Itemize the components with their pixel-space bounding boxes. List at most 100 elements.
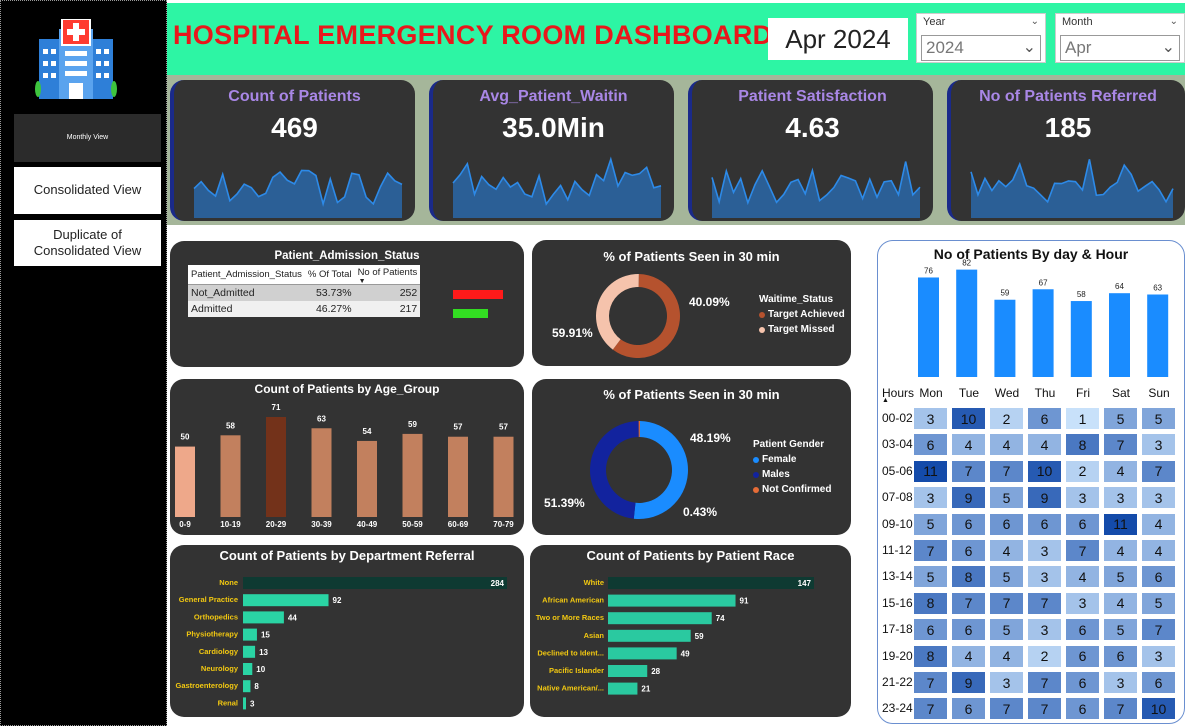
heatmap-cell[interactable]: 4 <box>1066 566 1099 588</box>
heatmap-cell[interactable]: 11 <box>1104 513 1137 535</box>
kpi-card-satisfaction[interactable]: Patient Satisfaction 4.63 <box>688 80 933 221</box>
month-slicer[interactable]: Month ⌄ Apr ⌄ <box>1055 13 1185 63</box>
heatmap-cell[interactable]: 3 <box>1142 645 1175 667</box>
heatmap-cell[interactable]: 4 <box>1104 540 1137 561</box>
day-column-label[interactable]: Fri <box>1065 386 1101 400</box>
heatmap-cell[interactable]: 6 <box>952 698 985 720</box>
heatmap-cell[interactable]: 5 <box>1104 619 1137 641</box>
heatmap-cell[interactable]: 6 <box>1066 619 1099 641</box>
heatmap-cell[interactable]: 3 <box>1028 540 1061 561</box>
day-column-label[interactable]: Sat <box>1103 386 1139 400</box>
heatmap-cell[interactable]: 8 <box>914 592 947 614</box>
heatmap-cell[interactable]: 5 <box>1142 592 1175 614</box>
duplicate-view-button[interactable]: Duplicate of Consolidated View <box>14 220 161 266</box>
heatmap-cell[interactable]: 7 <box>1142 460 1175 482</box>
kpi-card-avg-waiting[interactable]: Avg_Patient_Waitin 35.0Min <box>429 80 674 221</box>
dropdown-arrow-icon[interactable]: ⌄ <box>1162 36 1175 60</box>
legend-item[interactable]: Female <box>753 454 831 465</box>
heatmap-cell[interactable]: 7 <box>990 698 1023 720</box>
heatmap-cell[interactable]: 3 <box>990 672 1023 693</box>
heatmap-cell[interactable]: 7 <box>914 540 947 561</box>
day-column-label[interactable]: Tue <box>951 386 987 400</box>
heatmap-cell[interactable]: 6 <box>952 619 985 641</box>
kpi-card-referred[interactable]: No of Patients Referred 185 <box>947 80 1185 221</box>
heatmap-cell[interactable]: 6 <box>990 513 1023 535</box>
table-row[interactable]: Admitted 46.27% 217 <box>188 301 421 317</box>
heatmap-cell[interactable]: 7 <box>1104 698 1137 720</box>
heatmap-cell[interactable]: 3 <box>914 487 947 509</box>
heatmap-cell[interactable]: 4 <box>990 645 1023 667</box>
legend-item[interactable]: Males <box>753 469 831 480</box>
legend-item[interactable]: Target Missed <box>759 324 845 335</box>
heatmap-cell[interactable]: 6 <box>1066 672 1099 693</box>
sort-desc-icon[interactable]: ▼ <box>359 278 366 285</box>
column-header[interactable]: % Of Total <box>304 265 355 285</box>
heatmap-cell[interactable]: 6 <box>1066 698 1099 720</box>
heatmap-cell[interactable]: 7 <box>1142 619 1175 641</box>
heatmap-cell[interactable]: 7 <box>1028 672 1061 693</box>
heatmap-cell[interactable]: 6 <box>1142 566 1175 588</box>
column-header[interactable]: No of Patients ▼ <box>354 265 421 285</box>
heatmap-cell[interactable]: 3 <box>914 408 947 429</box>
heatmap-cell[interactable]: 1 <box>1066 408 1099 429</box>
table-row[interactable]: Not_Admitted 53.73% 252 <box>188 284 421 301</box>
heatmap-cell[interactable]: 3 <box>1028 566 1061 588</box>
heatmap-cell[interactable]: 8 <box>952 566 985 588</box>
day-column-label[interactable]: Thu <box>1027 386 1063 400</box>
heatmap-cell[interactable]: 6 <box>1142 672 1175 693</box>
consolidated-view-button[interactable]: Consolidated View <box>14 167 161 214</box>
heatmap-cell[interactable]: 7 <box>990 592 1023 614</box>
heatmap-cell[interactable]: 4 <box>1142 513 1175 535</box>
heatmap-cell[interactable]: 6 <box>1028 408 1061 429</box>
heatmap-cell[interactable]: 5 <box>1142 408 1175 429</box>
heatmap-cell[interactable]: 10 <box>1028 460 1061 482</box>
heatmap-cell[interactable]: 4 <box>952 434 985 456</box>
heatmap-cell[interactable]: 3 <box>1104 672 1137 693</box>
heatmap-cell[interactable]: 4 <box>952 645 985 667</box>
sort-asc-icon[interactable]: ▲ <box>882 397 889 404</box>
heatmap-cell[interactable]: 6 <box>1066 645 1099 667</box>
day-column-label[interactable]: Wed <box>989 386 1025 400</box>
heatmap-cell[interactable]: 5 <box>914 566 947 588</box>
heatmap-cell[interactable]: 3 <box>1028 619 1061 641</box>
heatmap-cell[interactable]: 2 <box>990 408 1023 429</box>
heatmap-cell[interactable]: 2 <box>1066 460 1099 482</box>
heatmap-cell[interactable]: 5 <box>914 513 947 535</box>
heatmap-cell[interactable]: 8 <box>914 645 947 667</box>
kpi-card-count-patients[interactable]: Count of Patients 469 <box>170 80 415 221</box>
heatmap-cell[interactable]: 7 <box>1066 540 1099 561</box>
heatmap-cell[interactable]: 5 <box>1104 408 1137 429</box>
heatmap-cell[interactable]: 7 <box>990 460 1023 482</box>
monthly-view-button[interactable]: Monthly View <box>14 114 161 162</box>
heatmap-cell[interactable]: 6 <box>952 540 985 561</box>
dropdown-arrow-icon[interactable]: ⌄ <box>1023 36 1036 60</box>
year-select[interactable]: 2024 ⌄ <box>921 35 1041 61</box>
heatmap-cell[interactable]: 7 <box>914 698 947 720</box>
heatmap-cell[interactable]: 6 <box>914 434 947 456</box>
heatmap-cell[interactable]: 6 <box>914 619 947 641</box>
heatmap-cell[interactable]: 7 <box>952 460 985 482</box>
heatmap-cell[interactable]: 3 <box>1142 487 1175 509</box>
heatmap-cell[interactable]: 5 <box>990 566 1023 588</box>
year-slicer[interactable]: Year ⌄ 2024 ⌄ <box>916 13 1046 63</box>
heatmap-cell[interactable]: 4 <box>990 434 1023 456</box>
heatmap-cell[interactable]: 8 <box>1066 434 1099 456</box>
heatmap-cell[interactable]: 3 <box>1066 592 1099 614</box>
heatmap-cell[interactable]: 7 <box>914 672 947 693</box>
heatmap-cell[interactable]: 3 <box>1066 487 1099 509</box>
heatmap-cell[interactable]: 11 <box>914 460 947 482</box>
heatmap-cell[interactable]: 9 <box>952 487 985 509</box>
heatmap-cell[interactable]: 6 <box>952 513 985 535</box>
heatmap-cell[interactable]: 5 <box>990 619 1023 641</box>
heatmap-cell[interactable]: 4 <box>990 540 1023 561</box>
legend-item[interactable]: Target Achieved <box>759 309 845 320</box>
heatmap-cell[interactable]: 5 <box>1104 566 1137 588</box>
heatmap-cell[interactable]: 4 <box>1104 592 1137 614</box>
heatmap-cell[interactable]: 10 <box>1142 698 1175 720</box>
day-column-label[interactable]: Sun <box>1141 386 1177 400</box>
chevron-down-icon[interactable]: ⌄ <box>1031 16 1039 27</box>
heatmap-cell[interactable]: 7 <box>952 592 985 614</box>
heatmap-cell[interactable]: 6 <box>1104 645 1137 667</box>
heatmap-cell[interactable]: 10 <box>952 408 985 429</box>
column-header[interactable]: Patient_Admission_Status <box>188 265 305 285</box>
